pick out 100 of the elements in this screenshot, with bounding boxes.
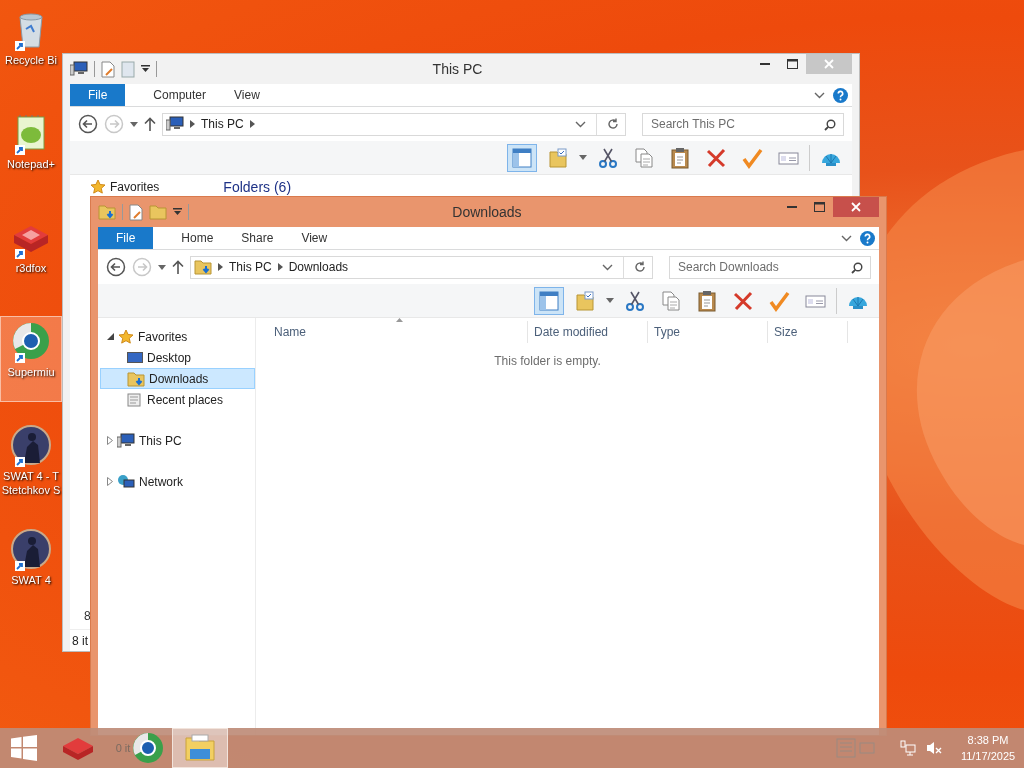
address-bar[interactable]: This PC Downloads: [190, 255, 653, 279]
address-dropdown-icon[interactable]: [602, 263, 613, 271]
navigation-item[interactable]: Favorites: [100, 326, 255, 347]
up-arrow-icon[interactable]: [144, 117, 156, 131]
search-icon[interactable]: [824, 118, 836, 131]
downloads-folder-icon: [194, 258, 212, 276]
properties-icon[interactable]: [129, 203, 143, 221]
status-text: 8 it: [72, 633, 88, 648]
column-header[interactable]: Name: [256, 321, 528, 343]
section-heading[interactable]: Folders (6): [223, 179, 292, 195]
copy-icon: [660, 289, 682, 312]
window-title: This PC: [432, 61, 483, 77]
item-count: 8: [83, 609, 92, 623]
dropdown-caret-icon[interactable]: [606, 298, 614, 303]
search-field[interactable]: Search This PC: [642, 112, 844, 136]
delete-x-icon: [705, 146, 727, 169]
breadcrumb-arrow-icon[interactable]: [190, 120, 195, 128]
expand-ribbon-icon[interactable]: [814, 91, 825, 99]
checkmark-icon: [768, 289, 790, 312]
windows-logo-icon: [11, 735, 37, 761]
search-icon[interactable]: [851, 261, 863, 274]
maximize-icon[interactable]: [814, 202, 825, 212]
clipboard-icon: [696, 289, 718, 312]
desktop-shortcut[interactable]: r3dfox: [0, 212, 62, 298]
network-icon: [117, 473, 135, 490]
layout-pane-icon: [538, 289, 560, 312]
muted-speaker-icon[interactable]: [926, 740, 942, 756]
breadcrumb[interactable]: This PC: [229, 260, 272, 274]
desktop-shortcut[interactable]: SWAT 4: [0, 524, 62, 610]
layout-pane-icon: [511, 146, 533, 169]
file-explorer-icon: [184, 734, 216, 762]
desktop-shortcut[interactable]: Notepad+: [0, 108, 62, 194]
breadcrumb[interactable]: This PC: [201, 117, 244, 131]
layout-pane-button[interactable]: [534, 286, 564, 315]
navigation-item[interactable]: Downloads: [100, 368, 255, 389]
close-icon[interactable]: [851, 202, 861, 212]
back-icon[interactable]: [78, 114, 98, 134]
checkmark-icon: [741, 146, 763, 169]
dropdown-caret-icon[interactable]: [579, 155, 587, 160]
star-icon: [118, 328, 134, 345]
navigation-item[interactable]: Network: [100, 471, 255, 492]
empty-folder-message: This folder is empty.: [494, 354, 601, 368]
ribbon-tab[interactable]: Share: [227, 227, 288, 249]
navigation-item[interactable]: Desktop: [100, 347, 255, 368]
up-arrow-icon[interactable]: [172, 260, 184, 274]
maximize-icon[interactable]: [787, 59, 798, 69]
breadcrumb-arrow-icon[interactable]: [218, 263, 223, 271]
computer-icon: [70, 61, 88, 77]
new-folder-icon: [149, 203, 167, 221]
scissors-icon: [624, 289, 646, 312]
taskbar-app-button[interactable]: [172, 728, 228, 768]
desktop-shortcut[interactable]: SWAT 4 - T Stetchkov S: [0, 420, 62, 506]
recent-locations-icon[interactable]: [130, 121, 138, 127]
globe-app-icon: [132, 732, 165, 764]
clipboard-icon: [669, 146, 691, 169]
expand-ribbon-icon[interactable]: [841, 234, 852, 242]
star-icon: [90, 179, 106, 195]
ribbon-tab[interactable]: View: [220, 84, 274, 106]
column-header[interactable]: Date modified: [528, 321, 648, 343]
layout-pane-button[interactable]: [507, 143, 537, 172]
search-field[interactable]: Search Downloads: [669, 255, 871, 279]
sort-arrow-icon: [396, 318, 403, 322]
collapsed-arrow-icon[interactable]: [107, 436, 113, 445]
ribbon-tab[interactable]: View: [287, 227, 342, 249]
collapsed-arrow-icon[interactable]: [107, 477, 113, 486]
back-icon[interactable]: [106, 257, 126, 277]
minimize-icon[interactable]: [760, 62, 771, 66]
close-button[interactable]: [833, 197, 879, 217]
refresh-icon[interactable]: [607, 118, 619, 130]
breadcrumb-arrow-icon[interactable]: [277, 263, 283, 271]
scissors-icon: [597, 146, 619, 169]
expanded-arrow-icon[interactable]: [107, 333, 114, 340]
copy-icon: [633, 146, 655, 169]
customize-dropdown-icon[interactable]: [141, 65, 150, 73]
breadcrumb[interactable]: Downloads: [288, 260, 349, 274]
recent-locations-icon[interactable]: [158, 264, 166, 270]
address-dropdown-icon[interactable]: [575, 120, 586, 128]
computer-icon: [117, 432, 135, 449]
computer-icon: [166, 116, 184, 132]
desktop-icon: [127, 350, 143, 365]
downloads-folder-icon: [127, 369, 145, 388]
navigation-item[interactable]: Recent places: [100, 389, 255, 410]
properties-icon[interactable]: [101, 60, 115, 78]
delete-x-icon: [732, 289, 754, 312]
folder-check-icon: [547, 146, 569, 169]
address-bar[interactable]: This PC: [162, 112, 626, 136]
breadcrumb-arrow-icon[interactable]: [249, 120, 255, 128]
refresh-icon[interactable]: [634, 261, 646, 273]
column-header[interactable]: Size: [768, 321, 848, 343]
ribbon-tab[interactable]: Computer: [139, 84, 221, 106]
window-title: Downloads: [452, 204, 522, 220]
customize-dropdown-icon[interactable]: [173, 208, 182, 216]
help-icon[interactable]: [860, 230, 875, 246]
favorites-label[interactable]: Favorites: [110, 180, 160, 194]
ribbon-tab[interactable]: Home: [167, 227, 228, 249]
help-icon[interactable]: [833, 87, 848, 103]
column-header[interactable]: Type: [648, 321, 768, 343]
folder-check-icon: [574, 289, 596, 312]
minimize-icon[interactable]: [787, 205, 798, 209]
navigation-item[interactable]: This PC: [100, 430, 255, 451]
